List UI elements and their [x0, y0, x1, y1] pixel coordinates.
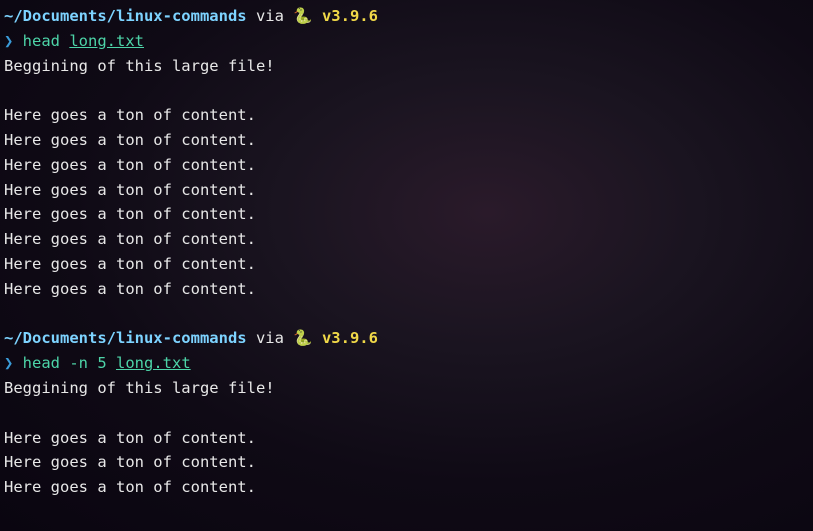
via-text: via	[247, 7, 294, 25]
python-version: v3.9.6	[322, 329, 378, 347]
python-version: v3.9.6	[322, 7, 378, 25]
terminal-block-2: ~/Documents/linux-commands via 🐍 v3.9.6 …	[4, 326, 809, 500]
output-line: Here goes a ton of content.	[4, 103, 809, 128]
prompt-context-line-1: ~/Documents/linux-commands via 🐍 v3.9.6	[4, 4, 809, 29]
output-line	[4, 401, 809, 426]
output-line: Beggining of this large file!	[4, 54, 809, 79]
cwd-path: ~/Documents/linux-commands	[4, 7, 247, 25]
snake-icon: 🐍	[293, 329, 322, 347]
output-line: Here goes a ton of content.	[4, 202, 809, 227]
prompt-arrow-icon: ❯	[4, 354, 13, 372]
command-line-2[interactable]: ❯ head -n 5 long.txt	[4, 351, 809, 376]
cwd-path: ~/Documents/linux-commands	[4, 329, 247, 347]
filename-arg: long.txt	[116, 354, 191, 372]
output-line: Here goes a ton of content.	[4, 128, 809, 153]
output-line	[4, 78, 809, 103]
output-line: Here goes a ton of content.	[4, 153, 809, 178]
output-line: Here goes a ton of content.	[4, 252, 809, 277]
command-line-1[interactable]: ❯ head long.txt	[4, 29, 809, 54]
command-text: head -n 5	[13, 354, 116, 372]
command-text: head	[13, 32, 69, 50]
blank-line	[4, 302, 809, 327]
output-line: Here goes a ton of content.	[4, 426, 809, 451]
prompt-context-line-2: ~/Documents/linux-commands via 🐍 v3.9.6	[4, 326, 809, 351]
output-line: Beggining of this large file!	[4, 376, 809, 401]
output-line: Here goes a ton of content.	[4, 178, 809, 203]
output-line: Here goes a ton of content.	[4, 227, 809, 252]
output-line: Here goes a ton of content.	[4, 450, 809, 475]
output-line: Here goes a ton of content.	[4, 277, 809, 302]
filename-arg: long.txt	[69, 32, 144, 50]
terminal-block-1: ~/Documents/linux-commands via 🐍 v3.9.6 …	[4, 4, 809, 302]
snake-icon: 🐍	[293, 7, 322, 25]
via-text: via	[247, 329, 294, 347]
output-line: Here goes a ton of content.	[4, 475, 809, 500]
prompt-arrow-icon: ❯	[4, 32, 13, 50]
